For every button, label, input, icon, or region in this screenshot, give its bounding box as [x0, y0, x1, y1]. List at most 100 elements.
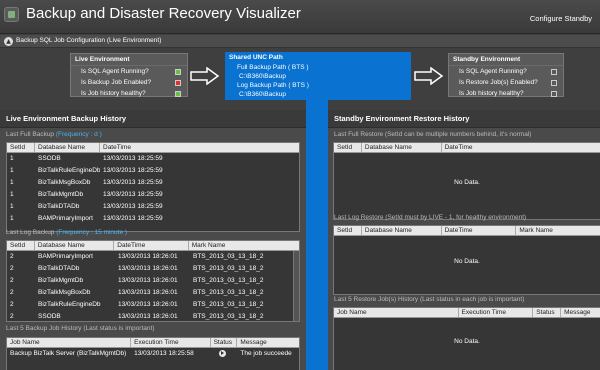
col-job-name[interactable]: Job Name: [334, 308, 459, 317]
col-database-name[interactable]: Database Name: [35, 241, 115, 250]
unc-connector-bar: [306, 100, 328, 370]
table-row[interactable]: 2 BAMPrimaryImport 13/03/2013 18:26:01 BTS_…: [7, 251, 299, 263]
col-mark-name[interactable]: Mark Name: [516, 226, 600, 235]
live-sql-agent-label: Is SQL Agent Running?: [81, 68, 149, 75]
cell-datetime: 13/03/2013 18:26:01: [118, 265, 178, 272]
col-setid[interactable]: SetId: [7, 143, 35, 152]
cell-datetime: 13/03/2013 18:26:01: [118, 313, 178, 320]
grid-header: SetId Database Name DateTime Mark Name: [334, 226, 600, 236]
restore-job-history-label: Last 5 Restore Job(s) History (Last stat…: [334, 296, 525, 303]
cell-datetime: 13/03/2013 18:26:01: [118, 277, 178, 284]
log-backup-path-value: C:\B360\Backup: [239, 91, 286, 98]
job-config-bar[interactable]: ▲ Backup SQL Job Configuration (Live Env…: [0, 35, 600, 48]
unc-title: Shared UNC Path: [229, 54, 283, 61]
cell-setid: 2: [10, 265, 14, 272]
log-backup-grid[interactable]: SetId Database Name DateTime Mark Name 2…: [6, 240, 300, 322]
collapse-chevron-icon[interactable]: ▲: [4, 37, 13, 46]
cell-database-name: BizTalkRuleEngineDb: [38, 301, 101, 308]
log-restore-grid[interactable]: SetId Database Name DateTime Mark Name N…: [333, 225, 600, 295]
cell-datetime: 13/03/2013 18:25:59: [103, 167, 163, 174]
cell-database-name: BizTalkMsgBoxDb: [38, 179, 91, 186]
cell-database-name: SSODB: [38, 155, 61, 162]
grid-scrollbar[interactable]: [293, 251, 299, 321]
col-setid[interactable]: SetId: [334, 143, 362, 152]
cell-datetime: 13/03/2013 18:26:01: [118, 253, 178, 260]
table-row[interactable]: 1 BizTalkRuleEngineDb 13/03/2013 18:25:59: [7, 165, 299, 177]
last-log-backup-text: Last Log Backup: [6, 229, 55, 236]
cell-setid: 1: [10, 203, 14, 210]
restore-job-history-grid[interactable]: Job Name Execution Time Status Message N…: [333, 307, 600, 370]
grid-header: SetId Database Name DateTime: [334, 143, 600, 153]
table-row[interactable]: 1 BizTalkDTADb 13/03/2013 18:25:59: [7, 201, 299, 213]
table-row[interactable]: Backup BizTalk Server (BizTalkMgmtDb) 13…: [7, 348, 299, 360]
cell-datetime: 13/03/2013 18:25:59: [103, 155, 163, 162]
cell-message: The job succeede: [240, 350, 292, 357]
cell-setid: 2: [10, 253, 14, 260]
status-ok-icon: [175, 91, 181, 97]
live-environment-box: Live Environment Is SQL Agent Running? I…: [70, 53, 188, 97]
cell-datetime: 13/03/2013 18:25:59: [103, 191, 163, 198]
live-job-history-row: Is Job history healthy?: [71, 88, 187, 99]
col-execution-time[interactable]: Execution Time: [131, 338, 211, 347]
col-job-name[interactable]: Job Name: [7, 338, 132, 347]
cell-mark-name: BTS_2013_03_13_18_2: [193, 301, 264, 308]
cell-database-name: BizTalkRuleEngineDb: [38, 167, 100, 174]
table-row[interactable]: 2 BizTalkMgmtDb 13/03/2013 18:26:01 BTS_201…: [7, 275, 299, 287]
cell-execution-time: 13/03/2013 18:25:58: [134, 350, 194, 357]
configure-standby-link[interactable]: Configure Standby: [530, 14, 592, 23]
table-row[interactable]: 1 BAMPrimaryImport 13/03/2013 18:25:59: [7, 213, 299, 225]
last-log-restore-label: Last Log Restore (SetId must by LIVE - 1…: [334, 214, 527, 221]
cell-mark-name: BTS_2013_03_13_18_2: [193, 277, 264, 284]
cell-database-name: SSODB: [38, 313, 61, 320]
live-backup-job-row: Is Backup Job Enabled?: [71, 77, 187, 88]
cell-setid: 1: [10, 191, 14, 198]
cell-job-name: Backup BizTalk Server (BizTalkMgmtDb): [10, 350, 127, 357]
table-row[interactable]: 2 BizTalkDTADb 13/03/2013 18:26:01 BTS_2013…: [7, 263, 299, 275]
col-datetime[interactable]: DateTime: [442, 143, 600, 152]
col-status[interactable]: Status: [211, 338, 238, 347]
col-setid[interactable]: SetId: [7, 241, 35, 250]
live-backup-job-label: Is Backup Job Enabled?: [81, 79, 152, 86]
no-data-text: No Data.: [454, 179, 480, 186]
no-data-text: No Data.: [454, 258, 480, 265]
cell-database-name: BizTalkMgmtDb: [38, 277, 84, 284]
col-datetime[interactable]: DateTime: [114, 241, 189, 250]
col-execution-time[interactable]: Execution Time: [459, 308, 534, 317]
col-database-name[interactable]: Database Name: [362, 143, 442, 152]
table-row[interactable]: 2 BizTalkRuleEngineDb 13/03/2013 18:26:01 B…: [7, 299, 299, 311]
table-row[interactable]: 2 SSODB 13/03/2013 18:26:01 BTS_2013_03_13_…: [7, 311, 299, 321]
table-row[interactable]: 1 SSODB 13/03/2013 18:25:59: [7, 153, 299, 165]
col-message[interactable]: Message: [561, 308, 600, 317]
log-backup-frequency: (Frequency : 15 minute ): [56, 229, 128, 236]
col-database-name[interactable]: Database Name: [35, 143, 100, 152]
right-arrow-icon: [190, 67, 220, 85]
log-backup-path-label: Log Backup Path ( BTS ): [237, 82, 309, 89]
cell-database-name: BizTalkDTADb: [38, 203, 80, 210]
status-unknown-icon: [551, 80, 557, 86]
col-database-name[interactable]: Database Name: [362, 226, 442, 235]
full-restore-grid[interactable]: SetId Database Name DateTime No Data.: [333, 142, 600, 220]
full-backup-grid[interactable]: SetId Database Name DateTime 1 SSODB 13/03…: [6, 142, 300, 232]
standby-restore-job-row: Is Restore Job(s) Enabled?: [449, 77, 563, 88]
table-row[interactable]: 1 BizTalkMsgBoxDb 13/03/2013 18:25:59: [7, 177, 299, 189]
col-datetime[interactable]: DateTime: [100, 143, 295, 152]
standby-sql-agent-row: Is SQL Agent Running?: [449, 66, 563, 77]
col-mark-name[interactable]: Mark Name: [189, 241, 299, 250]
col-status[interactable]: Status: [533, 308, 562, 317]
col-setid[interactable]: SetId: [334, 226, 362, 235]
cell-mark-name: BTS_2013_03_13_18_2: [193, 289, 264, 296]
col-message[interactable]: Message: [237, 338, 299, 347]
table-row[interactable]: 2 BizTalkMsgBoxDb 13/03/2013 18:26:01 BTS_2…: [7, 287, 299, 299]
cell-setid: 2: [10, 313, 14, 320]
standby-restore-job-label: Is Restore Job(s) Enabled?: [459, 79, 538, 86]
backup-job-history-label: Last 5 Backup Job History (Last status i…: [6, 325, 155, 332]
cell-database-name: BizTalkDTADb: [38, 265, 80, 272]
grid-header: SetId Database Name DateTime Mark Name: [7, 241, 299, 251]
cell-database-name: BAMPrimaryImport: [38, 215, 93, 222]
cell-mark-name: BTS_2013_03_13_18_2: [193, 265, 264, 272]
table-row[interactable]: 1 BizTalkMgmtDb 13/03/2013 18:25:59: [7, 189, 299, 201]
cell-database-name: BAMPrimaryImport: [38, 253, 93, 260]
cell-database-name: BizTalkMgmtDb: [38, 191, 84, 198]
backup-job-history-grid[interactable]: Job Name Execution Time Status Message B…: [6, 337, 300, 370]
col-datetime[interactable]: DateTime: [442, 226, 517, 235]
